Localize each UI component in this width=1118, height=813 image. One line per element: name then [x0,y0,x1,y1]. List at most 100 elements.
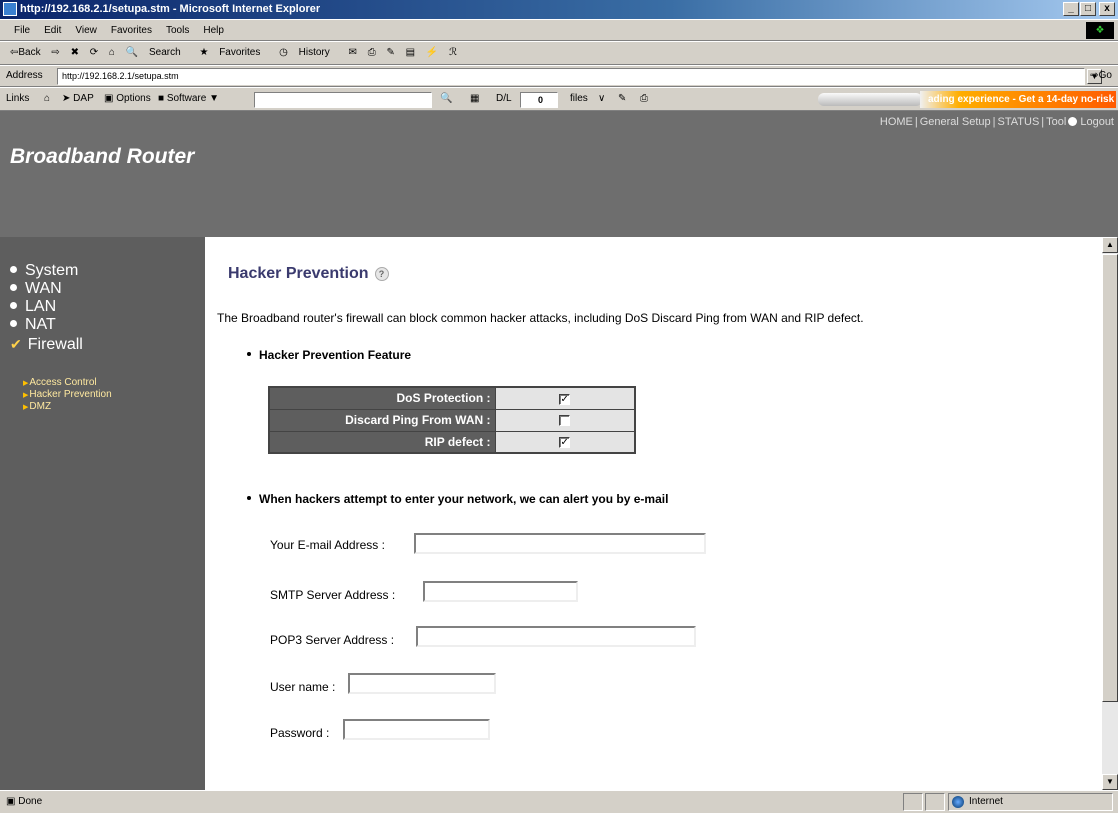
address-bar: Address http://192.168.2.1/setupa.stm ▼ … [0,65,1118,87]
rip-defect-checkbox[interactable]: ✓ [559,437,571,449]
rip-defect-label: RIP defect : [268,430,496,454]
sidebar-subitem-label: Access Control [29,377,97,388]
password-label: Password : [270,726,330,740]
mail-icon[interactable]: ✉ [349,47,357,58]
messenger-icon[interactable]: ⚡ [426,47,438,58]
links-search-input[interactable] [254,92,432,108]
zone-label: Internet [969,796,1003,807]
minimize-button[interactable]: _ [1063,2,1079,16]
print-icon[interactable]: ⎙ [368,47,376,58]
brand-title: Broadband Router [10,145,195,168]
sidebar-item-label: System [25,262,79,279]
bullet-icon [10,266,17,273]
dos-protection-checkbox[interactable]: ✓ [559,393,571,405]
scroll-up-button[interactable]: ▲ [1102,237,1118,253]
logout-icon [1068,117,1078,126]
search-button[interactable]: 🔍 Search [126,47,189,58]
menu-help[interactable]: Help [203,25,224,36]
section-heading-text: When hackers attempt to enter your netwo… [259,492,669,506]
page-title: Hacker Prevention? [228,265,389,283]
back-button[interactable]: ⇦Back [10,47,41,58]
stop-icon[interactable]: ✖ [71,47,79,58]
pop3-label: POP3 Server Address : [270,633,395,647]
chevron-icon[interactable]: ∨ [598,88,605,110]
password-field[interactable] [343,719,490,740]
software-dropdown[interactable]: ■ Software ▼ [158,88,219,110]
table-row: RIP defect : ✓ [268,430,636,454]
standard-toolbar: ⇦Back ⇨ ✖ ⟳ ⌂ 🔍 Search ★ Favorites ◷ His… [0,41,1118,65]
sidebar-item-lan[interactable]: LAN [10,298,56,316]
sidebar-item-wan[interactable]: WAN [10,280,62,298]
username-label: User name : [270,680,336,694]
sidebar: System WAN LAN NAT ✔ Firewall ▶Access Con… [0,237,205,790]
table-cell: ✓ [494,386,636,410]
menu-view[interactable]: View [75,25,97,36]
checkmark-icon: ✔ [10,336,22,352]
nav-separator: | [1041,116,1045,128]
smtp-server-field[interactable] [423,581,578,602]
nav-general-setup[interactable]: General Setup [920,116,991,128]
favorites-button[interactable]: ★ Favorites [199,47,268,58]
printer-icon[interactable]: ⎙ [640,88,648,110]
home-link-icon[interactable]: ⌂ [44,88,50,110]
windows-logo-icon: ❖ [1086,22,1114,39]
nav-home[interactable]: HOME [880,116,913,128]
globe-icon [952,796,964,808]
arrow-icon: ▶ [23,392,29,399]
menu-tools[interactable]: Tools [166,25,189,36]
close-button[interactable]: x [1099,2,1115,16]
software-label: Software [166,93,207,104]
menu-file[interactable]: File [14,25,30,36]
table-cell [494,408,636,432]
sidebar-item-system[interactable]: System [10,262,78,280]
options-button[interactable]: ▣ Options [104,88,151,110]
vertical-scrollbar[interactable]: ▲ ▼ [1102,237,1118,790]
ad-banner-edge [818,93,922,106]
status-done-label: Done [18,796,43,807]
discard-ping-checkbox[interactable] [559,415,571,427]
scroll-down-button[interactable]: ▼ [1102,774,1118,790]
highlight-icon[interactable]: ✎ [618,88,626,110]
nav-logout[interactable]: Logout [1080,116,1114,128]
help-icon[interactable]: ? [374,267,389,281]
sidebar-subitem-access-control[interactable]: ▶Access Control [23,377,97,389]
maximize-button[interactable]: □ [1080,2,1096,16]
menu-edit[interactable]: Edit [44,25,61,36]
find-icon[interactable]: 🔍 [440,88,452,110]
username-field[interactable] [348,673,496,694]
dap-button[interactable]: ➤ DAP [62,88,94,110]
links-label[interactable]: Links [6,88,29,110]
pop3-server-field[interactable] [416,626,696,647]
email-label: Your E-mail Address : [270,538,385,552]
menu-favorites[interactable]: Favorites [111,25,152,36]
forward-button[interactable]: ⇨ [51,47,59,58]
table-cell: ✓ [494,430,636,454]
email-field[interactable] [414,533,706,554]
history-button[interactable]: ◷ History [279,47,338,58]
ad-banner[interactable]: ading experience - Get a 14-day no-risk … [920,91,1116,108]
sidebar-item-nat[interactable]: NAT [10,316,56,334]
edit-icon[interactable]: ✎ [386,47,394,58]
sidebar-subitem-dmz[interactable]: ▶DMZ [23,401,51,413]
toolbar-grid-icon[interactable]: ▦ [470,88,479,110]
security-zone: Internet [948,793,1113,811]
scroll-thumb[interactable] [1102,254,1118,702]
dl-label: D/L [496,93,512,104]
address-input[interactable]: http://192.168.2.1/setupa.stm [57,68,1085,85]
sidebar-item-firewall[interactable]: ✔ Firewall [10,335,83,354]
go-button[interactable]: ⇨Go [1090,66,1112,86]
refresh-icon[interactable]: ⟳ [90,47,98,58]
home-icon[interactable]: ⌂ [109,47,115,58]
nav-status[interactable]: STATUS [998,116,1040,128]
links-bar: Links ⌂ ➤ DAP ▣ Options ■ Software ▼ 🔍 ▦… [0,87,1118,111]
status-text: ▣ Done [6,796,43,807]
sidebar-item-label: LAN [25,298,57,315]
research-icon[interactable]: ℛ [449,47,457,58]
sidebar-subitem-hacker-prevention[interactable]: ▶Hacker Prevention [23,389,112,401]
go-label: Go [1098,70,1112,81]
arrow-icon: ▶ [23,380,29,387]
top-nav: HOME | General Setup | STATUS | Tool Logout [880,116,1114,128]
nav-tool[interactable]: Tool [1046,116,1066,128]
discuss-icon[interactable]: ▤ [406,47,415,58]
bullet-icon [247,496,251,500]
